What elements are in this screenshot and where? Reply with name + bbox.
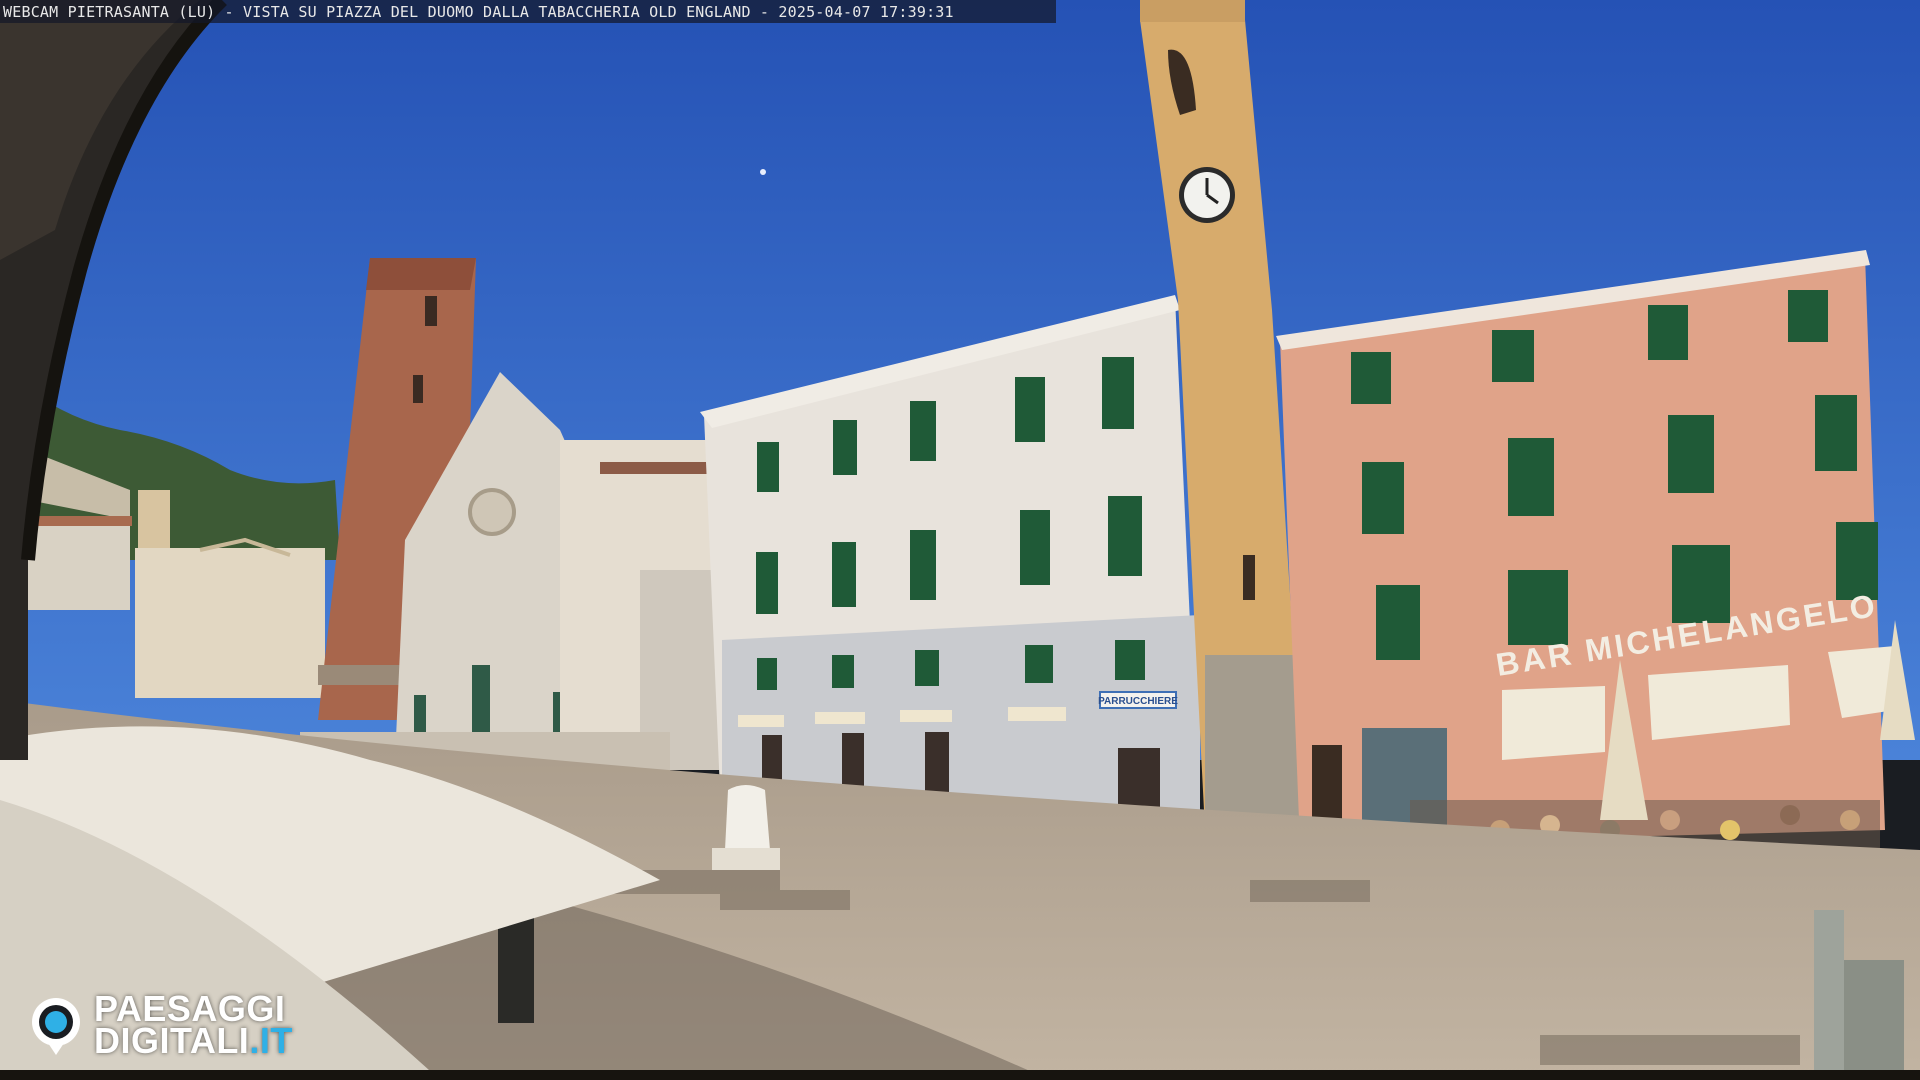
white-statue: [725, 785, 770, 850]
eye-logo-icon: [32, 998, 80, 1055]
webcam-scene: PARRUCCHIERE BAR MICHELANGELO: [0, 0, 1920, 1080]
logo-word-digitali-main: DIGITALI: [94, 1020, 250, 1061]
webcam-caption-bar: WEBCAM PIETRASANTA (LU) - VISTA SU PIAZZ…: [0, 0, 1056, 23]
tower-stone-base: [1205, 655, 1305, 835]
duomo-rose-window: [468, 488, 516, 536]
paesaggi-digitali-logo: PAESAGGI DIGITALI.IT: [26, 990, 293, 1060]
logo-word-it: .IT: [249, 1020, 293, 1061]
moon: [760, 169, 766, 175]
parrucchiere-sign-text: PARRUCCHIERE: [1098, 696, 1178, 707]
logo-word-digitali: DIGITALI.IT: [94, 1023, 293, 1059]
webcam-caption-text: WEBCAM PIETRASANTA (LU) - VISTA SU PIAZZ…: [3, 2, 954, 21]
clock-face-icon: [1179, 167, 1235, 223]
sant-agostino-church: [135, 548, 325, 698]
person-foreground: [498, 918, 534, 1023]
